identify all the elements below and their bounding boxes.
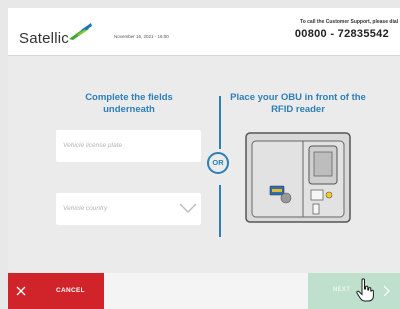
license-plate-input[interactable]: Vehicle license plate: [56, 130, 201, 162]
next-button[interactable]: NEXT: [308, 273, 400, 309]
support-label: To call the Customer Support, please dia…: [300, 19, 398, 25]
datetime: November 16, 2021 - 16:00: [114, 34, 169, 39]
vehicle-country-placeholder: Vehicle country: [63, 205, 108, 212]
chevron-right-icon: [383, 285, 390, 297]
right-instruction-title: Place your OBU in front of the RFID read…: [230, 92, 366, 115]
cancel-button[interactable]: CANCEL: [8, 273, 104, 309]
or-badge: OR: [207, 152, 229, 174]
license-plate-placeholder: Vehicle license plate: [63, 142, 123, 149]
close-icon: [16, 286, 26, 296]
chevron-down-icon: [179, 203, 197, 213]
cancel-label: CANCEL: [56, 287, 85, 294]
next-label: NEXT: [333, 287, 351, 293]
divider-bottom: [219, 185, 221, 237]
divider-top: [219, 96, 221, 149]
app-window: Satellic November 16, 2021 - 16:00 To ca…: [8, 8, 400, 309]
satellic-logo-icon: [69, 23, 92, 40]
header: Satellic November 16, 2021 - 16:00 To ca…: [8, 8, 400, 56]
logo-text: Satellic: [19, 30, 69, 47]
vehicle-country-select[interactable]: Vehicle country: [56, 193, 201, 225]
rfid-reader-illustration: [245, 132, 351, 223]
left-instruction-title: Complete the fields underneath: [85, 92, 173, 115]
support-phone: 00800 - 72835542: [294, 28, 389, 40]
footer-bar: CANCEL NEXT: [8, 273, 400, 309]
hand-cursor-icon: [356, 278, 374, 302]
